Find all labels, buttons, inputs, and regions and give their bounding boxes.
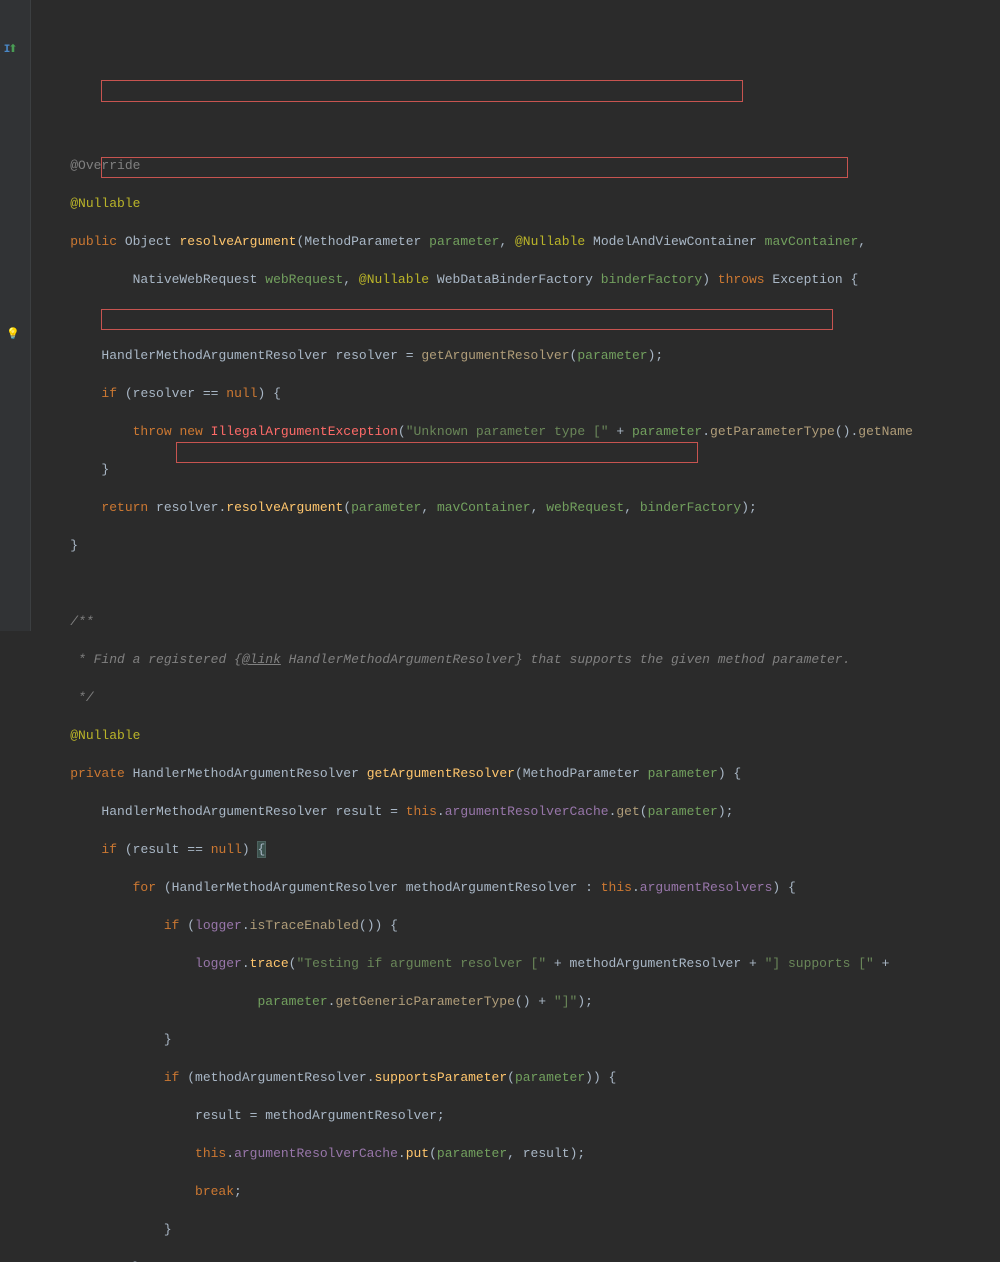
code-line: } [31, 1258, 913, 1262]
code-line: NativeWebRequest webRequest, @Nullable W… [31, 270, 913, 289]
code-line: logger.trace("Testing if argument resolv… [31, 954, 913, 973]
code-line: parameter.getGenericParameterType() + "]… [31, 992, 913, 1011]
code-line: public Object resolveArgument(MethodPara… [31, 232, 913, 251]
code-line [31, 574, 913, 593]
annotation: @Override [70, 158, 140, 173]
code-line: * Find a registered {@link HandlerMethod… [31, 650, 913, 669]
code-line: result = methodArgumentResolver; [31, 1106, 913, 1125]
javadoc: /** [70, 614, 93, 629]
code-line: if (resolver == null) { [31, 384, 913, 403]
code-line: @Override [31, 156, 913, 175]
code-area[interactable]: @Override @Nullable public Object resolv… [31, 0, 913, 631]
annotation: @Nullable [70, 196, 140, 211]
code-line: throw new IllegalArgumentException("Unkn… [31, 422, 913, 441]
code-line: if (result == null) { [31, 840, 913, 859]
gutter: ⬆ I 💡 [0, 0, 31, 631]
code-line: } [31, 460, 913, 479]
code-line: if (logger.isTraceEnabled()) { [31, 916, 913, 935]
code-line: @Nullable [31, 726, 913, 745]
code-line: } [31, 1030, 913, 1049]
code-line: for (HandlerMethodArgumentResolver metho… [31, 878, 913, 897]
code-line: @Nullable [31, 194, 913, 213]
bulb-icon[interactable]: 💡 [6, 326, 20, 340]
code-line: HandlerMethodArgumentResolver resolver =… [31, 346, 913, 365]
code-line [31, 308, 913, 327]
annotation: @Nullable [70, 728, 140, 743]
code-line: /** [31, 612, 913, 631]
code-line: */ [31, 688, 913, 707]
code-line: break; [31, 1182, 913, 1201]
code-line: if (methodArgumentResolver.supportsParam… [31, 1068, 913, 1087]
code-line: } [31, 536, 913, 555]
brace-match: { [257, 841, 267, 858]
code-editor[interactable]: ⬆ I 💡 @Override @Nullable public Object … [0, 0, 1000, 631]
code-line: private HandlerMethodArgumentResolver ge… [31, 764, 913, 783]
implements-icon[interactable]: I [0, 41, 14, 55]
highlight-box-1 [101, 80, 743, 102]
code-line: this.argumentResolverCache.put(parameter… [31, 1144, 913, 1163]
code-line: } [31, 1220, 913, 1239]
code-line: HandlerMethodArgumentResolver result = t… [31, 802, 913, 821]
code-line: return resolver.resolveArgument(paramete… [31, 498, 913, 517]
